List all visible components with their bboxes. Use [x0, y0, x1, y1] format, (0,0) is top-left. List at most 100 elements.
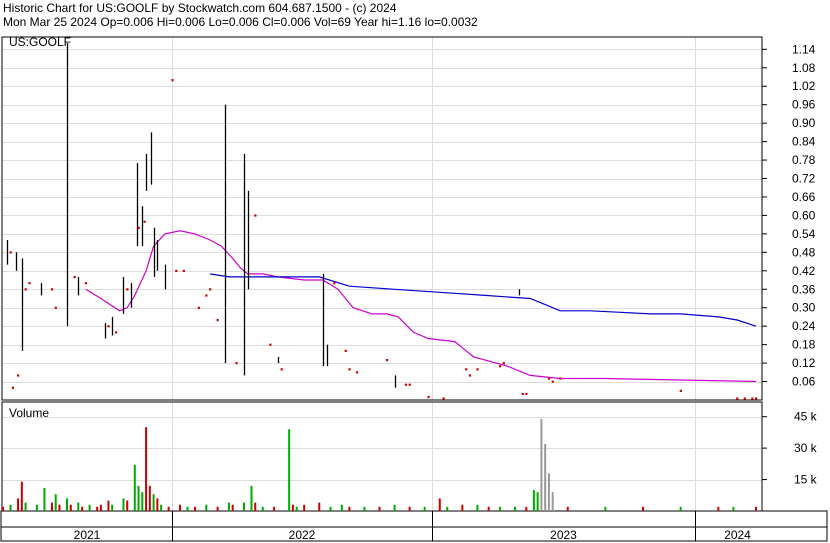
volume-bar: [536, 492, 539, 511]
volume-bar: [50, 502, 53, 511]
volume-bar: [35, 504, 38, 511]
volume-bar: [378, 506, 381, 511]
price-dot: [468, 374, 472, 377]
price-dot: [182, 269, 185, 272]
price-tick-label: 0.72: [792, 172, 816, 186]
volume-bar: [295, 506, 298, 511]
volume-bar: [194, 506, 197, 511]
price-dot: [175, 269, 178, 272]
volume-bar: [148, 485, 151, 511]
price-dot: [442, 397, 445, 400]
volume-bar: [152, 494, 155, 511]
price-dot: [197, 306, 200, 309]
price-dot: [11, 386, 14, 389]
volume-bar: [254, 502, 257, 511]
price-tick-label: 0.30: [792, 301, 816, 315]
price-dot: [427, 395, 430, 399]
volume-bar: [160, 504, 163, 511]
price-dot: [348, 368, 351, 371]
price-tick-label: 0.90: [792, 116, 816, 130]
price-tick-label: 0.12: [792, 356, 816, 370]
volume-bar: [498, 506, 501, 511]
price-dot: [551, 380, 554, 383]
price-dot: [205, 294, 208, 297]
price-dot: [9, 251, 12, 254]
time-axis-frame: [0, 510, 828, 542]
volume-bar: [178, 504, 181, 511]
price-tick-label: 0.18: [792, 338, 816, 352]
volume-tick-label: 30 k: [794, 441, 818, 455]
volume-bar: [20, 481, 23, 511]
volume-bar: [514, 506, 517, 511]
volume-bar: [141, 492, 144, 511]
volume-bar: [551, 492, 554, 511]
price-dot: [498, 365, 502, 368]
price-dot: [254, 214, 257, 217]
price-tick-label: 0.42: [792, 264, 816, 278]
volume-bar: [69, 504, 72, 511]
volume-bar: [24, 502, 27, 511]
volume-bar: [732, 506, 735, 511]
price-dot: [235, 362, 238, 365]
price-dot: [755, 397, 758, 400]
fast-moving-average-line: [85, 230, 757, 383]
volume-bar: [408, 506, 411, 511]
price-axis: 0.06 0.12 0.18 0.24 0.30 0.36 0.42 0.48 0.54 0.60…: [762, 42, 816, 389]
volume-bar: [679, 506, 682, 511]
volume-bar: [81, 506, 84, 511]
price-dot: [355, 371, 359, 374]
volume-bar: [273, 506, 276, 511]
volume-bar: [66, 498, 69, 511]
volume-bar: [122, 498, 125, 511]
price-dot: [114, 331, 118, 334]
volume-bar: [446, 506, 449, 511]
price-dot: [333, 282, 336, 285]
volume-bar: [393, 504, 396, 511]
volume-bar: [642, 506, 645, 511]
time-axis: 2021 2022 2023 2024: [74, 528, 752, 542]
volume-bar: [96, 506, 99, 511]
volume-bar: [227, 502, 230, 511]
volume-bar: [54, 494, 57, 511]
price-dot: [216, 319, 219, 322]
volume-bar: [717, 506, 720, 511]
volume-bar: [423, 506, 426, 511]
year-label: 2023: [550, 528, 577, 542]
price-tick-label: 1.02: [792, 79, 816, 93]
price-dot: [171, 79, 174, 82]
volume-bar: [17, 498, 20, 511]
price-dot: [502, 362, 505, 365]
volume-bar: [525, 506, 528, 511]
price-tick-label: 0.36: [792, 282, 816, 296]
volume-axis: 15 k 30 k 45 k: [762, 410, 818, 487]
volume-bar: [461, 504, 464, 511]
price-dot: [50, 288, 54, 291]
volume-bar: [145, 427, 148, 511]
price-dot: [386, 359, 389, 362]
volume-bar: [111, 504, 114, 511]
volume-bar: [216, 506, 219, 511]
volume-bar: [363, 506, 366, 511]
price-marks: [6, 43, 758, 400]
volume-bar: [540, 418, 543, 511]
price-dot: [84, 282, 88, 285]
price-dot: [476, 368, 479, 371]
volume-bar: [99, 504, 102, 511]
price-dot: [73, 275, 76, 279]
volume-bar: [303, 504, 306, 511]
volume-bar: [58, 504, 61, 511]
volume-bar: [755, 506, 757, 511]
moving-averages: [85, 230, 757, 383]
price-dot: [751, 397, 754, 400]
price-dot: [404, 383, 408, 386]
price-tick-label: 0.06: [792, 375, 816, 389]
volume-bar: [340, 504, 343, 511]
price-dot: [547, 377, 551, 380]
volume-bar: [186, 506, 189, 511]
volume-bar: [88, 504, 91, 511]
volume-bar: [348, 506, 351, 511]
volume-bar: [107, 500, 110, 511]
volume-bar: [43, 487, 46, 511]
volume-bar: [291, 504, 294, 511]
volume-bar: [544, 443, 547, 511]
